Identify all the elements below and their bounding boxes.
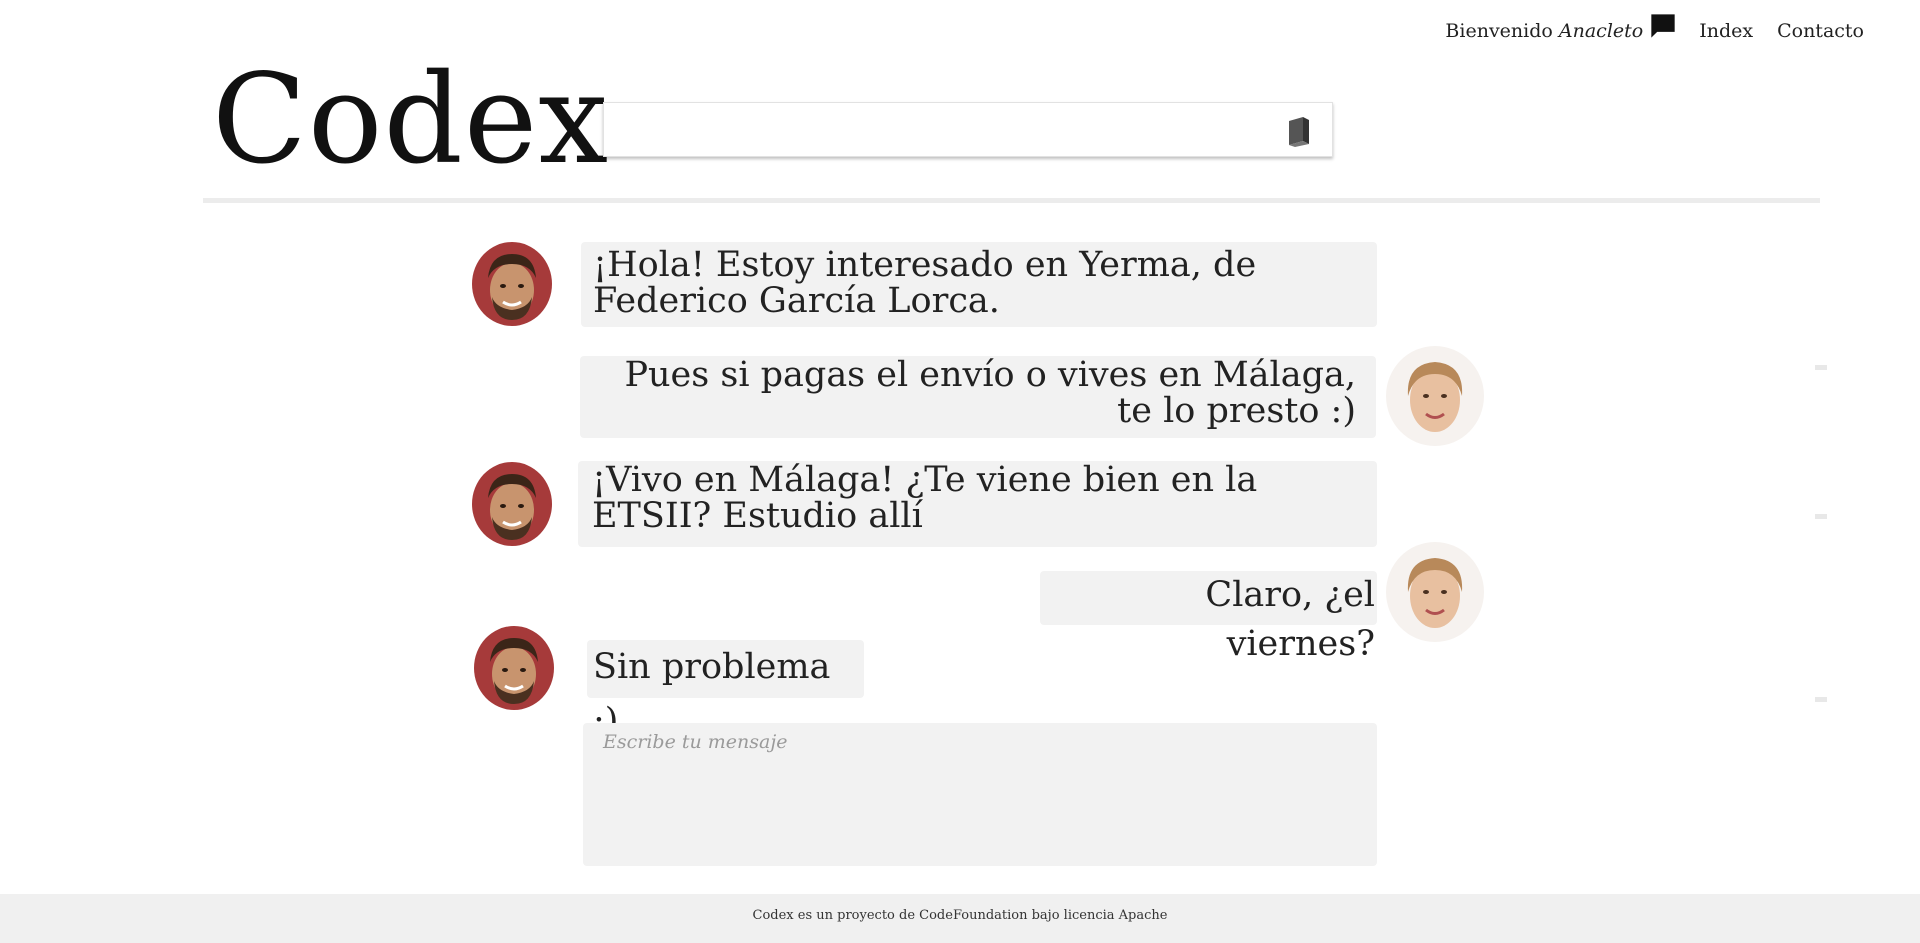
avatar-user [474,626,554,710]
message-bubble: Claro, ¿el viernes? [1040,571,1377,664]
search-input[interactable] [604,103,1272,156]
message-bubble: ¡Hola! Estoy interesado en Yerma, de Fed… [581,242,1377,327]
chat-icon[interactable] [1649,12,1677,40]
message-bubble: Pues si pagas el envío o vives en Málaga… [580,356,1376,438]
message-input[interactable] [583,723,1377,866]
nav-link-index[interactable]: Index [1699,20,1753,42]
compose-box [583,723,1377,866]
avatar-lender [1386,346,1484,446]
header-divider [203,198,1820,203]
scroll-marker [1815,514,1827,519]
site-logo[interactable]: Codex [212,52,609,189]
avatar-lender [1386,542,1484,642]
welcome-text: Bienvenido Anacleto [1445,20,1643,42]
nav-link-contacto[interactable]: Contacto [1777,20,1864,42]
user-name[interactable]: Anacleto [1559,20,1643,42]
avatar-user [472,242,552,326]
footer-text: Codex es un proyecto de CodeFoundation b… [752,908,1168,923]
message-bubble: Sin problema :) [587,640,864,741]
avatar-user [472,462,552,546]
search-box [603,102,1333,157]
welcome-prefix: Bienvenido [1445,20,1553,42]
scroll-marker [1815,365,1827,370]
footer: Codex es un proyecto de CodeFoundation b… [0,894,1920,943]
top-nav: Bienvenido Anacleto Index Contacto [1445,14,1874,42]
scroll-marker [1815,697,1827,702]
message-bubble: ¡Vivo en Málaga! ¿Te viene bien en la ET… [578,461,1377,547]
book-icon[interactable] [1286,115,1312,147]
